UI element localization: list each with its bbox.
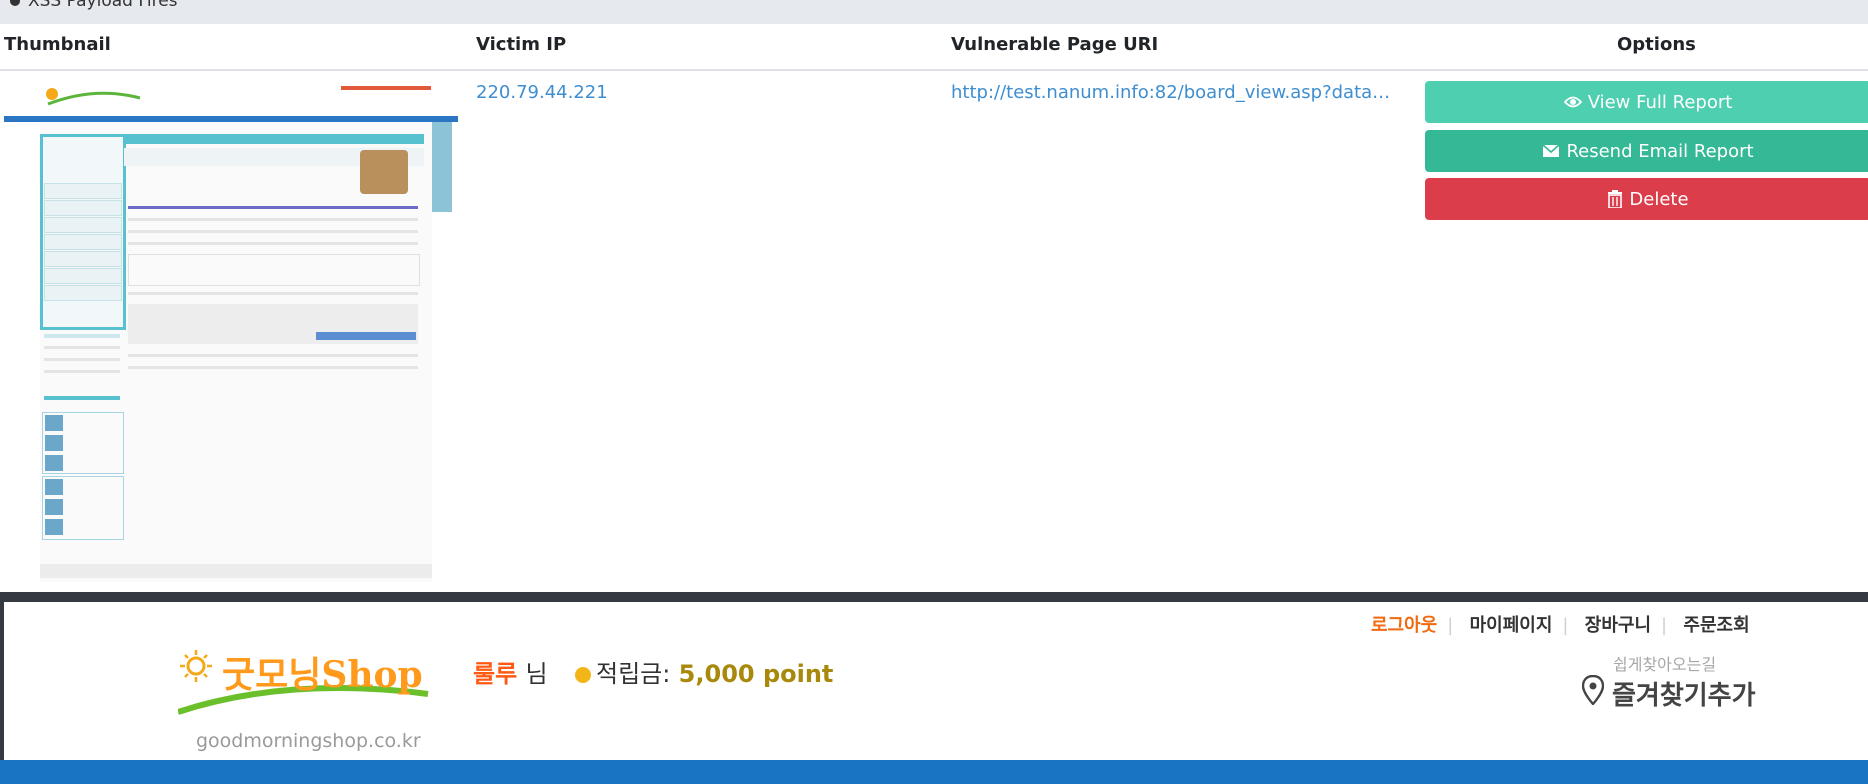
thumbnail-row [128, 242, 418, 245]
logo-text: 굿모닝Shop [222, 654, 423, 696]
column-header-options: Options [1617, 34, 1696, 55]
vulnerable-uri-link[interactable]: http://test.nanum.info:82/board_view.asp… [951, 82, 1399, 103]
thumbnail-right-rail [432, 122, 452, 212]
victim-ip-link[interactable]: 220.79.44.221 [476, 82, 608, 103]
view-full-report-label: View Full Report [1587, 91, 1733, 113]
trash-icon [1608, 190, 1623, 208]
column-header-victim-ip: Victim IP [476, 34, 567, 55]
thumbnail-menu-item [44, 200, 122, 216]
nav-logout[interactable]: 로그아웃 [1371, 615, 1437, 636]
thumbnail-category [44, 396, 120, 400]
thumbnail-row [44, 346, 120, 349]
thumbnail-product-box [42, 412, 124, 474]
add-favorite-link[interactable]: 즐겨찾기추가 [1612, 675, 1756, 712]
user-suffix: 님 [525, 660, 548, 688]
nav-mypage[interactable]: 마이페이지 [1470, 615, 1553, 636]
thumbnail-menu-item [44, 217, 122, 233]
delete-label: Delete [1629, 188, 1689, 210]
favorite-subtext: 쉽게찾아오는길 [1613, 655, 1717, 674]
user-greeting: 룰루 님 적립금: 5,000 point [473, 654, 833, 689]
thumbnail-product-box [42, 476, 124, 540]
thumbnail-category [44, 334, 120, 338]
thumbnail-menu-item [44, 183, 122, 199]
thumbnail-buttons [316, 332, 416, 340]
thumbnail-content-box [128, 254, 420, 286]
user-name: 룰루 [473, 660, 518, 688]
column-header-uri: Vulnerable Page URI [951, 34, 1159, 55]
map-pin-icon [1581, 674, 1605, 706]
thumbnail-row [44, 370, 120, 373]
top-nav: 로그아웃 | 마이페이지 | 장바구니 | 주문조회 [1371, 615, 1750, 636]
thumbnail-menu-item [44, 285, 122, 301]
thumbnail-menu-item [44, 268, 122, 284]
thumbnail-row [128, 366, 418, 369]
envelope-icon [1542, 144, 1560, 157]
banner-blue-bar [0, 760, 1868, 784]
column-header-thumbnail: Thumbnail [4, 34, 111, 55]
fire-icon [10, 0, 20, 6]
thumbnail-row [128, 230, 418, 233]
resend-email-report-button[interactable]: Resend Email Report [1425, 130, 1868, 172]
site-url: goodmorningshop.co.kr [196, 730, 421, 752]
points-label: 적립금: [595, 660, 671, 688]
section-title-text: XSS Payload Fires [28, 0, 178, 11]
thumbnail-divider [128, 206, 418, 209]
view-full-report-button[interactable]: View Full Report [1425, 81, 1868, 123]
divider-bar [0, 592, 1868, 602]
thumbnail-main-head [124, 134, 424, 144]
thumbnail-menu-item [44, 251, 122, 267]
points-value: 5,000 point [678, 660, 834, 688]
payload-thumbnail[interactable] [4, 78, 458, 582]
thumbnail-row [128, 292, 418, 295]
thumbnail-row [44, 358, 120, 361]
thumbnail-footer [40, 564, 432, 578]
thumbnail-row [128, 354, 418, 357]
thumbnail-nav [341, 86, 431, 90]
eye-icon [1563, 96, 1582, 108]
section-header: XSS Payload Fires [0, 0, 1868, 24]
thumbnail-menu-item [44, 234, 122, 250]
coin-icon [572, 663, 594, 683]
delete-button[interactable]: Delete [1425, 178, 1868, 220]
nav-order-lookup[interactable]: 주문조회 [1683, 615, 1749, 636]
header-divider [0, 69, 1868, 71]
thumbnail-logo [40, 84, 150, 112]
section-title: XSS Payload Fires [8, 0, 178, 11]
thumbnail-row [128, 218, 418, 221]
thumbnail-guestboard-image [360, 150, 408, 194]
nav-cart[interactable]: 장바구니 [1585, 615, 1651, 636]
resend-email-report-label: Resend Email Report [1566, 140, 1754, 162]
